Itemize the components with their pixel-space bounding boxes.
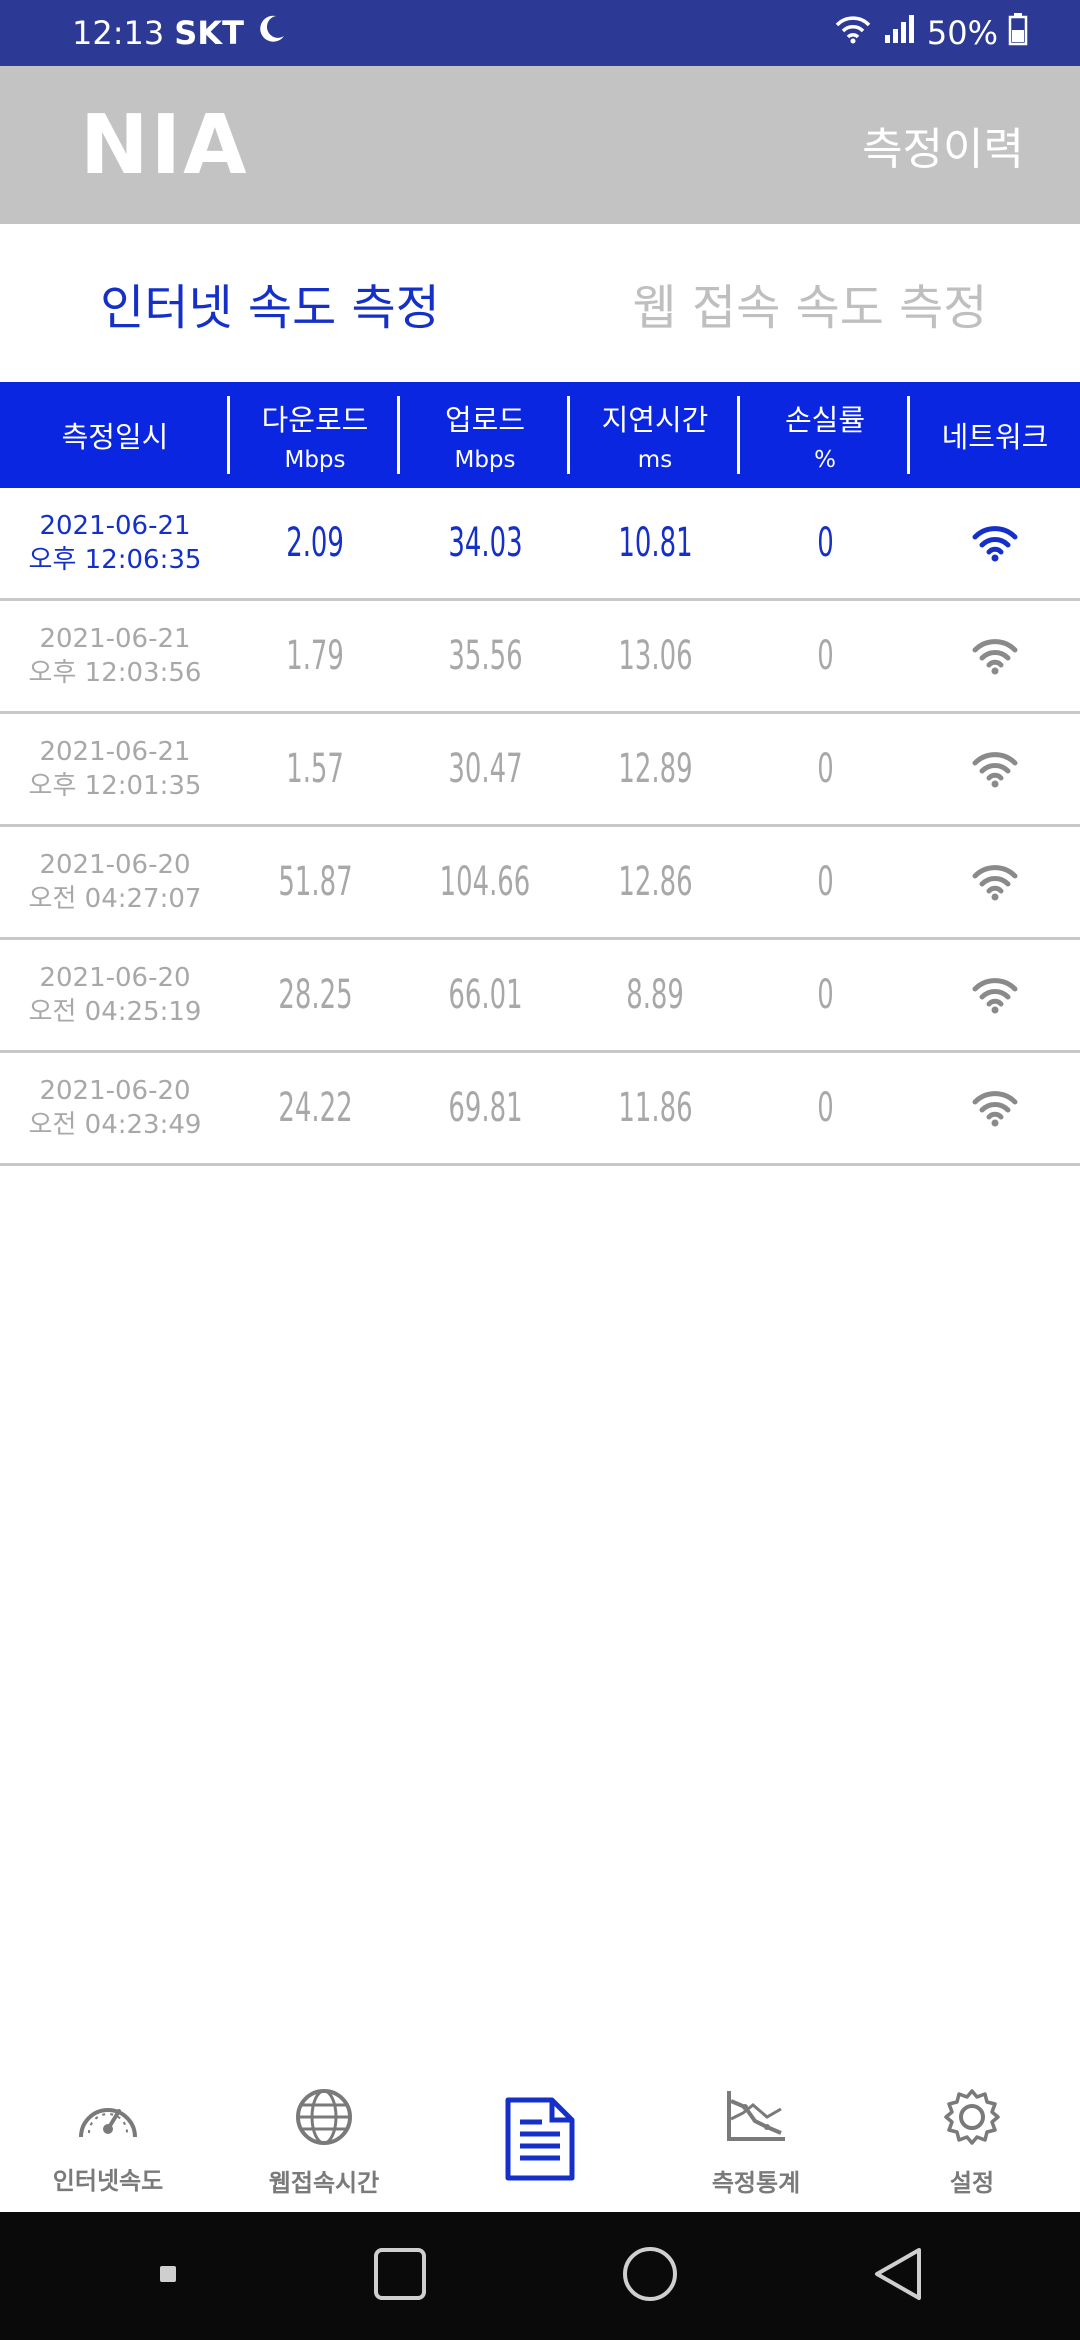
wifi-icon: [910, 1088, 1080, 1128]
download-value: 2.09: [286, 520, 344, 566]
latency-value: 13.06: [617, 633, 693, 679]
tab-web-speed[interactable]: 웹 접속 속도 측정: [540, 224, 1080, 382]
datetime-cell: 2021-06-20 오전 04:23:49: [28, 1076, 202, 1140]
download-value: 24.22: [277, 1085, 353, 1131]
signal-icon: [883, 13, 917, 53]
nav-settings[interactable]: 설정: [864, 2072, 1080, 2212]
nav-label: 웹접속시간: [268, 2168, 380, 2197]
nav-web-time[interactable]: 웹접속시간: [216, 2072, 432, 2212]
column-header-download: 다운로드 Mbps: [230, 382, 400, 488]
table-header: 측정일시 다운로드 Mbps 업로드 Mbps 지연시간 ms 손실률 % 네트…: [0, 382, 1080, 488]
upload-value: 69.81: [447, 1085, 523, 1131]
table-row[interactable]: 2021-06-20 오전 04:27:07 51.87 104.66 12.8…: [0, 827, 1080, 940]
status-time: 12:13: [72, 14, 165, 52]
datetime-cell: 2021-06-21 오후 12:06:35: [28, 511, 202, 575]
column-header-datetime: 측정일시: [0, 382, 230, 488]
moon-icon: [254, 12, 288, 54]
menu-dot-icon[interactable]: [158, 2264, 178, 2288]
upload-value: 30.47: [447, 746, 523, 792]
history-table: 2021-06-21 오후 12:06:35 2.09 34.03 10.81 …: [0, 488, 1080, 1166]
app-header: NIA 측정이력: [0, 66, 1080, 224]
battery-icon: [1008, 12, 1028, 54]
recent-apps-icon[interactable]: [373, 2247, 427, 2305]
gear-icon: [942, 2087, 1002, 2153]
download-value: 1.57: [286, 746, 344, 792]
download-value: 28.25: [277, 972, 353, 1018]
loss-value: 0: [816, 859, 834, 905]
download-value: 51.87: [277, 859, 353, 905]
column-header-loss: 손실률 %: [740, 382, 910, 488]
loss-value: 0: [816, 520, 834, 566]
latency-value: 12.86: [617, 859, 693, 905]
upload-value: 66.01: [447, 972, 523, 1018]
nia-logo: NIA: [80, 97, 249, 193]
nav-label: 설정: [949, 2168, 995, 2197]
chart-icon: [723, 2087, 789, 2153]
loss-value: 0: [816, 633, 834, 679]
table-row[interactable]: 2021-06-21 오후 12:06:35 2.09 34.03 10.81 …: [0, 488, 1080, 601]
nav-label: 인터넷속도: [52, 2166, 164, 2195]
datetime-cell: 2021-06-21 오후 12:01:35: [28, 737, 202, 801]
nav-statistics[interactable]: 측정통계: [648, 2072, 864, 2212]
bottom-nav: 인터넷속도 웹접속시간 측정통계 설정: [0, 2072, 1080, 2212]
column-header-upload: 업로드 Mbps: [400, 382, 570, 488]
nav-label: 측정통계: [711, 2168, 801, 2197]
battery-percent: 50%: [926, 14, 998, 52]
latency-value: 8.89: [626, 972, 684, 1018]
wifi-icon: [910, 975, 1080, 1015]
nav-internet-speed[interactable]: 인터넷속도: [0, 2072, 216, 2212]
home-icon[interactable]: [622, 2246, 678, 2306]
globe-icon: [294, 2087, 354, 2153]
nav-history[interactable]: [432, 2072, 648, 2212]
datetime-cell: 2021-06-21 오후 12:03:56: [28, 624, 202, 688]
table-row[interactable]: 2021-06-20 오전 04:23:49 24.22 69.81 11.86…: [0, 1053, 1080, 1166]
wifi-icon: [910, 749, 1080, 789]
loss-value: 0: [816, 972, 834, 1018]
datetime-cell: 2021-06-20 오전 04:27:07: [28, 850, 202, 914]
datetime-cell: 2021-06-20 오전 04:25:19: [28, 963, 202, 1027]
upload-value: 35.56: [447, 633, 523, 679]
table-row[interactable]: 2021-06-20 오전 04:25:19 28.25 66.01 8.89 …: [0, 940, 1080, 1053]
upload-value: 34.03: [447, 520, 523, 566]
measurement-tabs: 인터넷 속도 측정 웹 접속 속도 측정: [0, 224, 1080, 382]
table-row[interactable]: 2021-06-21 오후 12:03:56 1.79 35.56 13.06 …: [0, 601, 1080, 714]
column-header-network: 네트워크: [941, 420, 1049, 454]
status-bar: 12:13 SKT 50%: [0, 0, 1080, 66]
download-value: 1.79: [286, 633, 344, 679]
upload-value: 104.66: [439, 859, 531, 905]
wifi-icon: [910, 862, 1080, 902]
document-icon: [504, 2096, 576, 2188]
loss-value: 0: [816, 746, 834, 792]
system-nav-bar: [0, 2212, 1080, 2340]
back-icon[interactable]: [873, 2246, 923, 2306]
wifi-icon: [910, 523, 1080, 563]
status-carrier: SKT: [174, 14, 244, 52]
latency-value: 11.86: [617, 1085, 693, 1131]
latency-value: 12.89: [617, 746, 693, 792]
tab-internet-speed[interactable]: 인터넷 속도 측정: [0, 224, 540, 382]
latency-value: 10.81: [617, 520, 693, 566]
table-row[interactable]: 2021-06-21 오후 12:01:35 1.57 30.47 12.89 …: [0, 714, 1080, 827]
loss-value: 0: [816, 1085, 834, 1131]
speedometer-icon: [75, 2089, 141, 2151]
wifi-icon: [910, 636, 1080, 676]
column-header-latency: 지연시간 ms: [570, 382, 740, 488]
wifi-status-icon: [833, 13, 873, 53]
history-button[interactable]: 측정이력: [862, 113, 1024, 177]
